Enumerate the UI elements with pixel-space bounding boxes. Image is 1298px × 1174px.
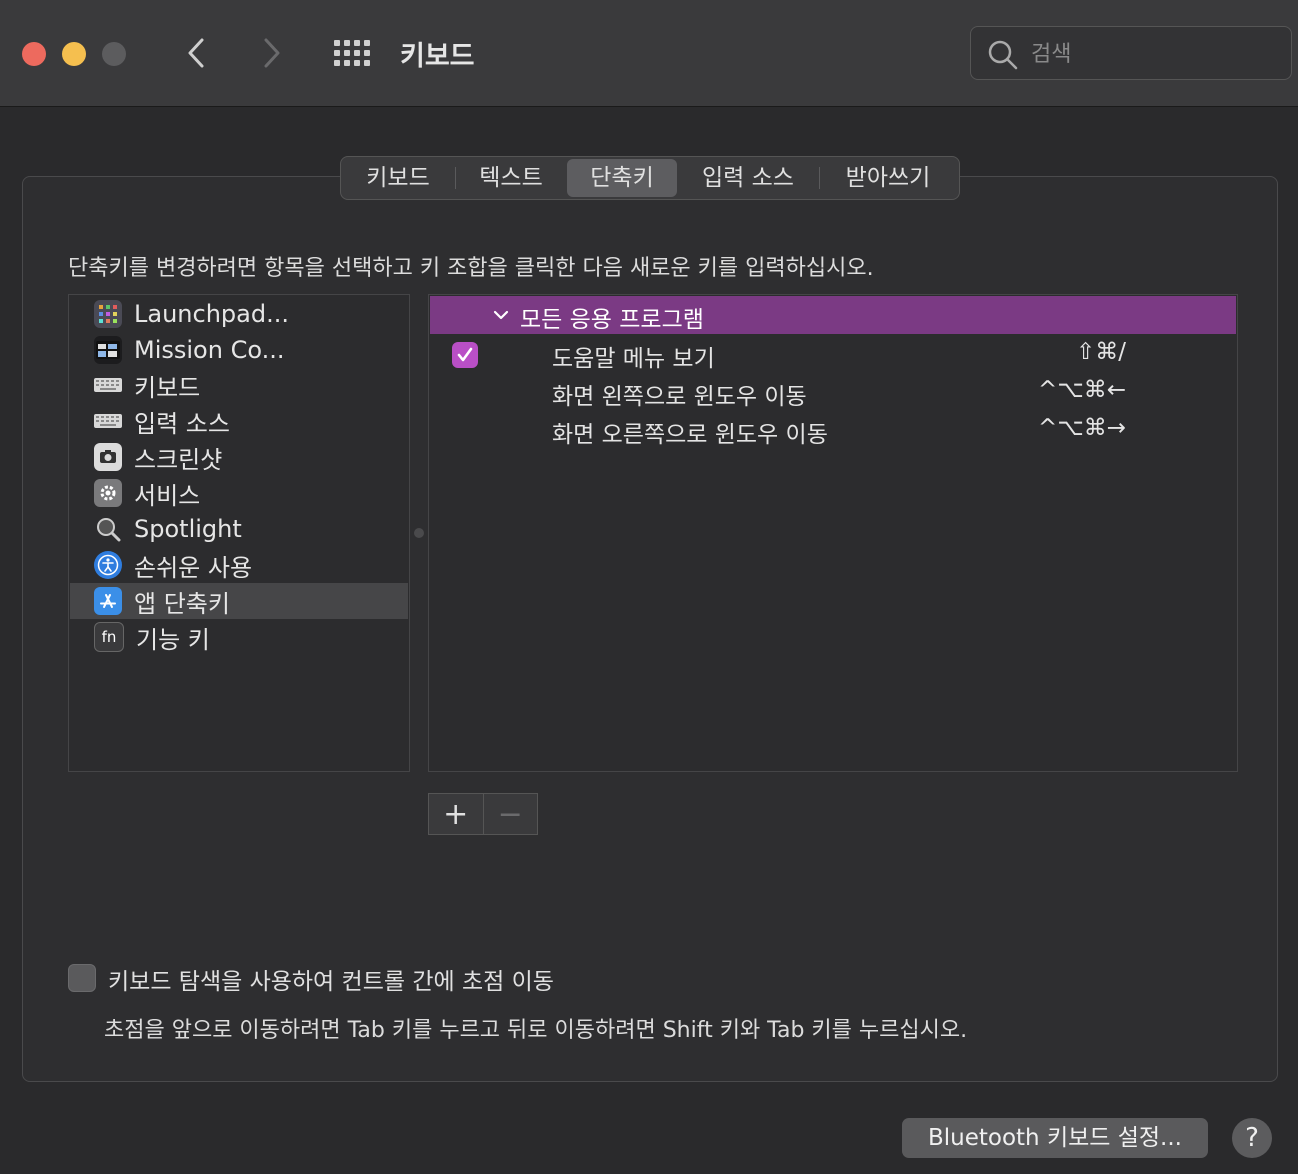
category-label: 스크린샷 (134, 445, 223, 474)
shortcut-label: 화면 오른쪽으로 윈도우 이동 (552, 422, 828, 448)
category-label: 손쉬운 사용 (134, 553, 253, 582)
category-label: 키보드 (134, 373, 201, 402)
tab-shortcuts[interactable]: 단축키 (567, 159, 677, 197)
chevron-down-icon[interactable] (492, 306, 510, 324)
category-label: Spotlight (134, 515, 242, 543)
keyboard-navigation-checkbox[interactable] (68, 964, 96, 992)
gear-icon (94, 479, 122, 507)
keyboard-navigation-label[interactable]: 키보드 탐색을 사용하여 컨트롤 간에 초점 이동 (108, 962, 554, 996)
magnifier-icon (94, 515, 122, 543)
shortcut-row[interactable]: 화면 왼쪽으로 윈도우 이동 ^⌥⌘← (430, 373, 1236, 411)
category-accessibility[interactable]: 손쉬운 사용 (70, 547, 408, 583)
category-label: 기능 키 (136, 625, 210, 654)
window-title: 키보드 (400, 41, 475, 72)
bluetooth-keyboard-setup-button[interactable]: Bluetooth 키보드 설정... (902, 1118, 1208, 1158)
category-list[interactable]: Launchpad... Mission Co... 키보드 입력 소스 스크린… (68, 294, 410, 772)
checkmark-icon (457, 347, 473, 362)
keyboard-icon (94, 407, 122, 435)
help-button[interactable]: ? (1232, 1118, 1272, 1158)
forward-button[interactable] (256, 36, 286, 70)
shortcut-keys[interactable]: ^⌥⌘← (1038, 377, 1126, 403)
category-input-sources[interactable]: 입력 소스 (70, 403, 408, 439)
category-keyboard[interactable]: 키보드 (70, 367, 408, 403)
add-shortcut-button[interactable]: + (429, 794, 483, 834)
tab-bar: 키보드 텍스트 단축키 입력 소스 받아쓰기 (340, 156, 960, 200)
category-mission-control[interactable]: Mission Co... (70, 332, 408, 368)
shortcut-keys[interactable]: ^⌥⌘→ (1038, 415, 1126, 441)
category-label: Launchpad... (134, 300, 289, 328)
zoom-window-button[interactable] (102, 42, 126, 66)
close-window-button[interactable] (22, 42, 46, 66)
shortcut-row[interactable]: 도움말 메뉴 보기 ⇧⌘/ (430, 335, 1236, 373)
shortcut-row[interactable]: 화면 오른쪽으로 윈도우 이동 ^⌥⌘→ (430, 411, 1236, 449)
shortcut-label: 도움말 메뉴 보기 (552, 346, 715, 372)
shortcut-group-row[interactable]: 모든 응용 프로그램 (430, 296, 1236, 334)
search-field[interactable] (970, 26, 1292, 80)
back-button[interactable] (182, 36, 212, 70)
tab-dictation[interactable]: 받아쓰기 (820, 159, 956, 197)
app-store-icon (94, 587, 122, 615)
add-remove-control: + − (428, 793, 538, 835)
shortcut-label: 화면 왼쪽으로 윈도우 이동 (552, 384, 807, 410)
show-all-grid-icon[interactable] (334, 40, 370, 68)
category-spotlight[interactable]: Spotlight (70, 511, 408, 547)
remove-shortcut-button[interactable]: − (482, 794, 538, 834)
accessibility-icon (94, 551, 122, 579)
category-label: Mission Co... (134, 336, 285, 364)
keyboard-navigation-description: 초점을 앞으로 이동하려면 Tab 키를 누르고 뒤로 이동하려면 Shift … (104, 1018, 968, 1043)
keyboard-icon (94, 371, 122, 399)
group-label: 모든 응용 프로그램 (520, 307, 704, 333)
search-icon (988, 40, 1018, 70)
launchpad-icon (94, 300, 122, 328)
category-services[interactable]: 서비스 (70, 475, 408, 511)
tab-input-sources[interactable]: 입력 소스 (677, 159, 819, 197)
category-label: 서비스 (134, 481, 201, 510)
category-label: 입력 소스 (134, 409, 230, 438)
category-app-shortcuts[interactable]: 앱 단축키 (70, 583, 408, 619)
search-input[interactable] (1029, 37, 1273, 71)
shortcut-checkbox[interactable] (452, 342, 478, 368)
tab-keyboard[interactable]: 키보드 (341, 159, 455, 197)
shortcut-keys[interactable]: ⇧⌘/ (1076, 339, 1126, 365)
mission-control-icon (94, 336, 122, 364)
category-launchpad[interactable]: Launchpad... (70, 296, 408, 332)
chevron-left-icon (188, 38, 204, 68)
tab-text[interactable]: 텍스트 (456, 159, 566, 197)
category-function-keys[interactable]: fn 기능 키 (70, 619, 408, 655)
screenshot-icon (94, 443, 122, 471)
split-view-handle[interactable] (414, 528, 424, 538)
fn-icon: fn (94, 622, 124, 652)
category-label: 앱 단축키 (134, 589, 230, 618)
title-bar: 키보드 (0, 0, 1298, 107)
instruction-text: 단축키를 변경하려면 항목을 선택하고 키 조합을 클릭한 다음 새로운 키를 … (68, 256, 874, 281)
shortcut-list[interactable]: 모든 응용 프로그램 도움말 메뉴 보기 ⇧⌘/ 화면 왼쪽으로 윈도우 이동 … (428, 294, 1238, 772)
minimize-window-button[interactable] (62, 42, 86, 66)
category-screenshot[interactable]: 스크린샷 (70, 439, 408, 475)
chevron-right-icon (264, 38, 280, 68)
